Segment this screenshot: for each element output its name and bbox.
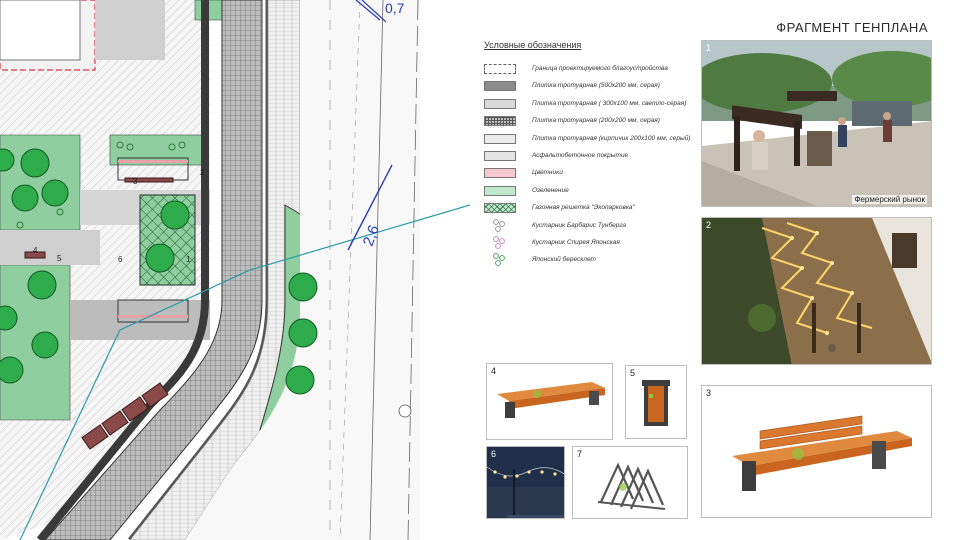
plan-marker: 1 xyxy=(186,255,191,264)
legend-swatch xyxy=(484,98,516,109)
legend-item: Кустарник Спирея Японская xyxy=(484,236,694,250)
legend-label: Плитка тротуарная (кирпичик 200х100 мм, … xyxy=(532,134,691,142)
shrub-pink-icon xyxy=(493,236,505,249)
shrub-green-icon xyxy=(493,253,505,267)
legend-swatch xyxy=(484,81,516,92)
plan-marker: 6 xyxy=(118,255,123,264)
bike-rack-image xyxy=(597,462,666,510)
legend-swatch xyxy=(484,203,516,214)
legend-label: Японский бересклет xyxy=(532,256,596,264)
legend-item: Японский бересклет xyxy=(484,253,694,267)
photo-bin: 5 xyxy=(625,365,687,439)
legend-swatch xyxy=(484,133,516,144)
photo-long-bench: 4 xyxy=(486,363,613,440)
green-area xyxy=(0,134,81,231)
legend-swatch xyxy=(484,168,516,179)
farmer-market-image xyxy=(702,41,931,206)
elevation-mark: 0,7 xyxy=(385,0,405,16)
legend-item: Озеленение xyxy=(484,185,694,198)
legend-label: Граница проектируемого благоустройства xyxy=(532,65,668,72)
photo-number: 5 xyxy=(630,368,636,378)
photo-number: 6 xyxy=(491,449,497,459)
night-promenade-image xyxy=(702,218,931,364)
legend-label: Плитка тротуарная (200х200 мм, серая) xyxy=(532,117,660,125)
legend-label: Плитка тротуарная (500х200 мм, серая) xyxy=(532,82,660,90)
string-lights-image xyxy=(487,447,564,518)
plan-marker: 5 xyxy=(57,254,62,263)
legend-item: Граница проектируемого благоустройства xyxy=(484,64,694,76)
legend-item: Кустарник Барбарис Тунберга xyxy=(484,218,694,233)
shrub-grey-icon xyxy=(493,218,505,232)
long-bench-image xyxy=(497,382,605,418)
photo-caption: Фермерский рынок xyxy=(852,195,927,204)
legend-label: Кустарник Барбарис Тунберга xyxy=(532,221,627,229)
legend-swatch xyxy=(484,185,516,196)
legend: Условные обозначения Граница проектируем… xyxy=(484,40,694,300)
photo-number: 2 xyxy=(706,220,712,230)
legend-item: Плитка тротуарная ( 300х100 мм, светло-с… xyxy=(484,98,694,111)
photo-night-promenade: 2 xyxy=(701,217,932,365)
photo-farmer-market: 1 Фермерский рынок xyxy=(701,40,932,207)
legend-swatch xyxy=(484,151,516,161)
legend-item: Асфальтобетонное покрытие xyxy=(484,151,694,163)
litter-bin-image xyxy=(642,380,670,426)
legend-swatch xyxy=(484,64,516,74)
legend-label: Кустарник Спирея Японская xyxy=(532,239,620,246)
legend-label: Газонная решетка "Экопарковка" xyxy=(532,204,635,212)
legend-label: Плитка тротуарная ( 300х100 мм, светло-с… xyxy=(532,99,687,107)
plan-marker: 2 xyxy=(200,168,205,177)
legend-item: Плитка тротуарная (кирпичик 200х100 мм, … xyxy=(484,133,694,146)
legend-label: Цветники xyxy=(532,169,563,177)
legend-label: Озеленение xyxy=(532,186,569,194)
plan-marker: 3 xyxy=(133,177,138,186)
legend-item: Плитка тротуарная (500х200 мм, серая) xyxy=(484,81,694,93)
legend-swatch xyxy=(484,116,516,127)
plan-marker: 4 xyxy=(33,246,38,255)
page-title: ФРАГМЕНТ ГЕНПЛАНА xyxy=(776,20,928,35)
photo-string-lights: 6 xyxy=(486,446,565,519)
photo-bike-rack: 7 xyxy=(572,446,688,519)
bench-with-back-image xyxy=(732,415,912,491)
legend-title: Условные обозначения xyxy=(484,40,582,50)
photo-number: 7 xyxy=(577,449,583,459)
photo-bench-with-back: 3 xyxy=(701,385,932,518)
legend-label: Асфальтобетонное покрытие xyxy=(532,152,629,159)
photo-number: 4 xyxy=(491,366,497,376)
photo-number: 1 xyxy=(706,43,712,53)
photo-number: 3 xyxy=(706,388,712,398)
site-plan: 0,7 2,6 2 3 4 5 6 1 xyxy=(0,0,470,540)
legend-item: Плитка тротуарная (200х200 мм, серая) xyxy=(484,116,694,128)
legend-item: Цветники xyxy=(484,168,694,180)
legend-item: Газонная решетка "Экопарковка" xyxy=(484,203,694,215)
